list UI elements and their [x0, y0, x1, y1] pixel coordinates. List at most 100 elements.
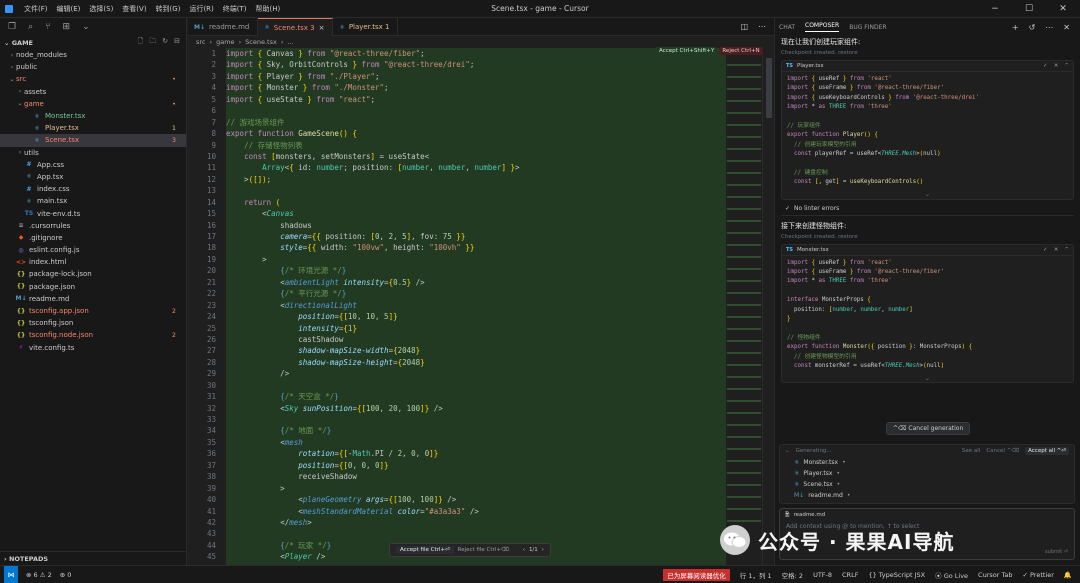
expand-chevron-icon[interactable]: ⌄ — [782, 374, 1073, 382]
tree-item[interactable]: {} package.json — [0, 281, 186, 293]
generating-file-row[interactable]: ⚛ Monster.tsx • — [780, 457, 1074, 468]
new-folder-icon[interactable]: 🗀 — [149, 37, 156, 48]
tree-item[interactable]: ⚛ App.tsx — [0, 171, 186, 183]
menu-item[interactable]: 帮助(H) — [256, 4, 281, 14]
close-icon[interactable]: ✕ — [1054, 63, 1059, 69]
go-live-button[interactable]: ⦿ Go Live — [935, 570, 968, 580]
cancel-small-button[interactable]: Cancel ^⌫ — [986, 448, 1019, 454]
menu-item[interactable]: 查看(V) — [122, 4, 146, 14]
new-file-icon[interactable]: 🗋 — [138, 37, 144, 48]
breadcrumb-item[interactable]: game — [216, 38, 234, 46]
tab-scene.tsx[interactable]: ⚛ Scene.tsx 3 × — [258, 18, 334, 36]
tree-item[interactable]: M↓ readme.md — [0, 293, 186, 305]
breadcrumb-item[interactable]: src — [196, 38, 206, 46]
next-change-icon[interactable]: › — [542, 547, 544, 553]
breadcrumb-item[interactable]: ... — [287, 38, 293, 46]
expand-icon[interactable]: ⌃ — [1064, 63, 1069, 69]
tree-item[interactable]: {} package-lock.json — [0, 268, 186, 280]
tree-item[interactable]: {} tsconfig.app.json 2 — [0, 305, 186, 317]
history-icon[interactable]: ↺ — [1029, 23, 1036, 32]
refresh-icon[interactable]: ↻ — [162, 37, 168, 48]
tab-chat[interactable]: CHAT — [779, 24, 795, 31]
tree-item[interactable]: ◆ .gitignore — [0, 232, 186, 244]
ports-indicator[interactable]: ⊕ 0 — [60, 571, 72, 579]
encoding[interactable]: UTF-8 — [813, 571, 832, 579]
tree-item[interactable]: ◎ eslint.config.js — [0, 244, 186, 256]
screen-reader-badge[interactable]: 已为屏幕阅读器优化 — [663, 568, 730, 581]
cursor-tab-button[interactable]: Cursor Tab — [978, 571, 1012, 579]
maximize-icon[interactable]: ☐ — [1012, 0, 1046, 18]
checkpoint-note[interactable]: Checkpoint created. restore — [775, 48, 1080, 58]
tree-item[interactable]: ⌄ src • — [0, 73, 186, 85]
scrollbar-thumb[interactable] — [766, 58, 772, 118]
see-all-button[interactable]: See all — [962, 448, 980, 454]
split-editor-icon[interactable]: ◫ — [740, 22, 748, 31]
collapse-all-icon[interactable]: ⊟ — [174, 37, 180, 48]
chevron-down-icon[interactable]: ⌄ — [82, 22, 90, 32]
tab-bug-finder[interactable]: BUG FINDER — [849, 24, 886, 31]
breadcrumb-item[interactable]: Scene.tsx — [245, 38, 277, 46]
code-card-filename[interactable]: Monster.tsx — [797, 247, 829, 253]
tree-item[interactable]: {} tsconfig.json — [0, 317, 186, 329]
close-icon[interactable]: ✕ — [1046, 0, 1080, 18]
generating-file-row[interactable]: M↓ readme.md • — [780, 490, 1074, 501]
menu-item[interactable]: 运行(R) — [189, 4, 213, 14]
expand-chevron-icon[interactable]: ⌄ — [782, 191, 1073, 199]
close-panel-icon[interactable]: ✕ — [1063, 23, 1070, 32]
accept-all-button[interactable]: Accept all ^⏎ — [1025, 447, 1069, 455]
submit-button[interactable]: submit ⏎ — [1045, 549, 1068, 555]
accept-change-button[interactable]: Accept Ctrl+Shift+Y — [656, 47, 718, 55]
checkpoint-note-2[interactable]: Checkpoint created. restore — [775, 232, 1080, 242]
tree-item[interactable]: ⚛ Monster.tsx — [0, 110, 186, 122]
generating-file-row[interactable]: ⚛ Scene.tsx • — [780, 479, 1074, 490]
menu-item[interactable]: 选择(S) — [89, 4, 113, 14]
code-editor[interactable]: 1 import { Canvas } from "@react-three/fi… — [188, 48, 774, 565]
check-icon[interactable]: ✓ — [1043, 63, 1048, 69]
problems-indicator[interactable]: ⊗ 6 ⚠ 2 — [26, 571, 52, 579]
tree-item[interactable]: ⚛ main.tsx — [0, 195, 186, 207]
menu-item[interactable]: 编辑(E) — [57, 4, 81, 14]
remote-icon[interactable]: ⋈ — [4, 566, 18, 583]
tree-item[interactable]: › assets — [0, 86, 186, 98]
minimize-icon[interactable]: − — [978, 0, 1012, 18]
editor-scrollbar[interactable] — [762, 48, 774, 565]
indentation[interactable]: 空格: 2 — [782, 570, 803, 580]
linter-status[interactable]: ✓ No linter errors — [781, 202, 1074, 216]
menu-item[interactable]: 终端(T) — [223, 4, 247, 14]
bell-icon[interactable]: 🔔 — [1064, 571, 1072, 579]
search-icon[interactable]: ⌕ — [28, 22, 33, 32]
close-icon[interactable]: ✕ — [1054, 247, 1059, 253]
tab-readme.md[interactable]: M↓ readme.md — [188, 18, 259, 36]
tree-item[interactable]: ⚛ Player.tsx 1 — [0, 122, 186, 134]
line-ending[interactable]: CRLF — [842, 571, 858, 579]
prettier-button[interactable]: ✓ Prettier — [1022, 571, 1053, 579]
close-tab-icon[interactable]: × — [319, 24, 325, 32]
language-mode[interactable]: {} TypeScript JSX — [868, 571, 925, 579]
tree-item[interactable]: ≡ .cursorrules — [0, 220, 186, 232]
menu-item[interactable]: 文件(F) — [24, 4, 48, 14]
tree-item[interactable]: ⚛ Scene.tsx 3 — [0, 134, 186, 147]
menu-item[interactable]: 转到(G) — [156, 4, 181, 14]
cancel-generation-button[interactable]: ^⌫ Cancel generation — [886, 422, 971, 435]
tree-item[interactable]: ⚡ vite.config.ts — [0, 342, 186, 354]
more-icon[interactable]: ⋯ — [1045, 23, 1053, 32]
tab-player.tsx[interactable]: ⚛ Player.tsx 1 — [333, 18, 399, 36]
add-icon[interactable]: + — [1012, 23, 1019, 32]
generating-file-row[interactable]: ⚛ Player.tsx • — [780, 468, 1074, 479]
tree-item[interactable]: <> index.html — [0, 256, 186, 268]
check-icon[interactable]: ✓ — [1043, 247, 1048, 253]
tree-item[interactable]: # index.css — [0, 183, 186, 195]
extensions-icon[interactable]: ⊞ — [63, 22, 71, 32]
more-actions-icon[interactable]: ⋯ — [758, 22, 766, 31]
tree-item[interactable]: › node_modules — [0, 49, 186, 61]
tree-item[interactable]: › public — [0, 61, 186, 73]
tree-item[interactable]: › utils — [0, 147, 186, 159]
reject-file-button[interactable]: Reject file Ctrl+⌫ — [458, 547, 509, 553]
files-icon[interactable]: ❐ — [8, 22, 16, 32]
reject-change-button[interactable]: Reject Ctrl+N — [719, 47, 763, 55]
code-card-filename[interactable]: Player.tsx — [797, 63, 824, 69]
tree-item[interactable]: ⌄ game • — [0, 98, 186, 110]
expand-icon[interactable]: ⌃ — [1064, 247, 1069, 253]
cursor-position[interactable]: 行 1，列 1 — [740, 570, 772, 580]
prev-change-icon[interactable]: ‹ — [523, 547, 525, 553]
